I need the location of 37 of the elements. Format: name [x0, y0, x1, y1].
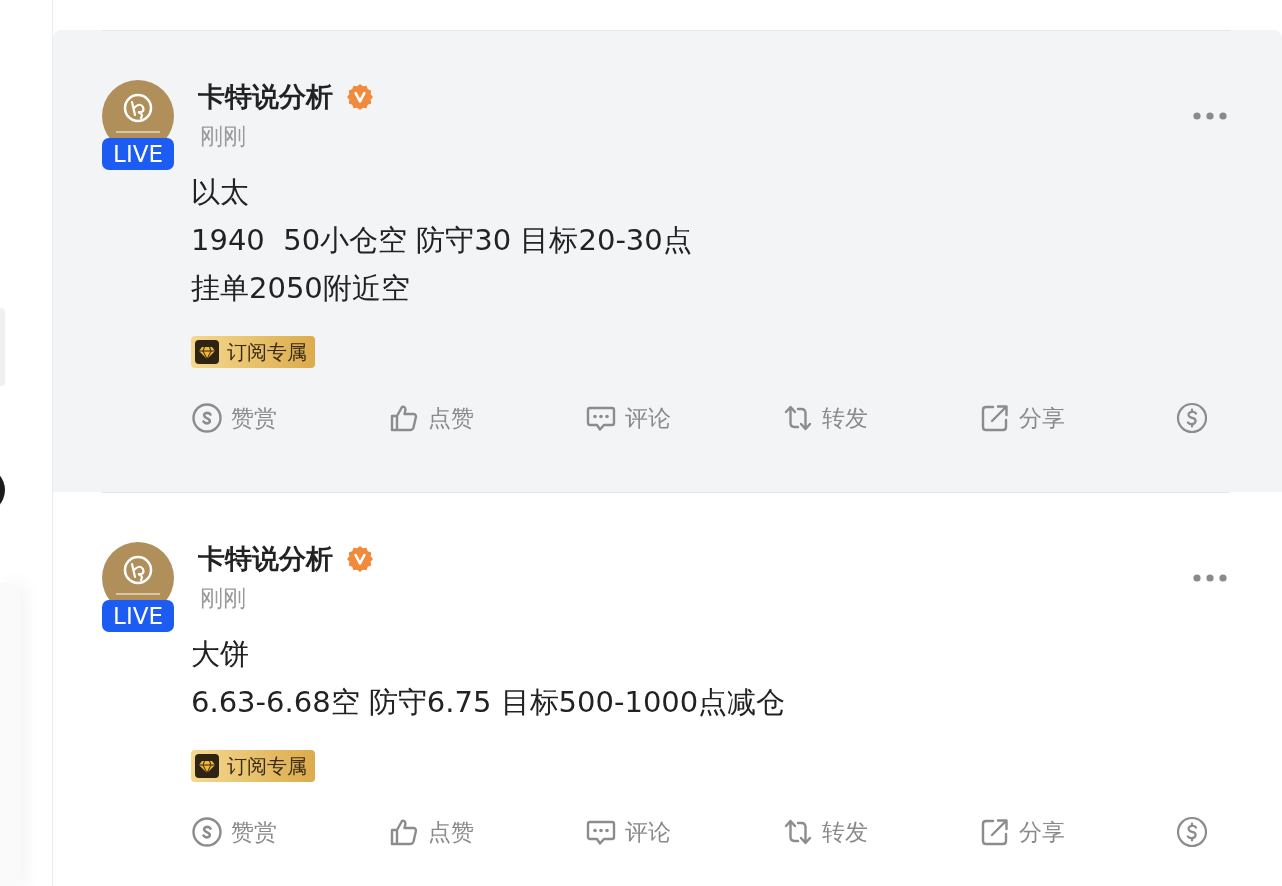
dollar-coin-icon — [1176, 402, 1208, 434]
logo-avatar[interactable] — [102, 80, 174, 138]
post-text: 大饼 — [191, 636, 249, 673]
post-time: 刚刚 — [200, 584, 246, 612]
share-button[interactable]: 分享 — [979, 816, 1065, 848]
tag-label: 订阅专属 — [227, 340, 307, 364]
share-icon — [979, 402, 1011, 434]
like-button[interactable]: 点赞 — [388, 402, 474, 434]
post-text: 挂单2050附近空 — [191, 270, 410, 307]
more-icon — [1193, 112, 1227, 120]
post-text: 6.63-6.68空 防守6.75 目标500-1000点减仓 — [191, 684, 786, 721]
post-time: 刚刚 — [200, 122, 246, 150]
reward-button[interactable]: 赞赏 — [191, 402, 277, 434]
tip-button[interactable] — [1176, 402, 1208, 434]
tip-button[interactable] — [1176, 816, 1208, 848]
author-name[interactable]: 卡特说分析 — [198, 80, 333, 114]
more-button[interactable] — [1193, 110, 1227, 122]
comment-button[interactable]: 评论 — [585, 402, 671, 434]
tag-label: 订阅专属 — [227, 754, 307, 778]
live-badge: LIVE — [102, 138, 174, 170]
repost-button[interactable]: 转发 — [782, 402, 868, 434]
dollar-coin-icon — [1176, 816, 1208, 848]
more-icon — [1193, 574, 1227, 582]
author-name[interactable]: 卡特说分析 — [198, 542, 333, 576]
post-text: 以太 — [191, 174, 249, 211]
coin-icon — [191, 402, 223, 434]
comment-button[interactable]: 评论 — [585, 816, 671, 848]
live-badge: LIVE — [102, 600, 174, 632]
logo-avatar[interactable] — [102, 542, 174, 600]
post-text: 1940 50小仓空 防守30 目标20-30点 — [191, 222, 692, 259]
coin-icon — [191, 816, 223, 848]
share-icon — [979, 816, 1011, 848]
reward-button[interactable]: 赞赏 — [191, 816, 277, 848]
like-button[interactable]: 点赞 — [388, 816, 474, 848]
repost-button[interactable]: 转发 — [782, 816, 868, 848]
more-button[interactable] — [1193, 572, 1227, 584]
share-button[interactable]: 分享 — [979, 402, 1065, 434]
